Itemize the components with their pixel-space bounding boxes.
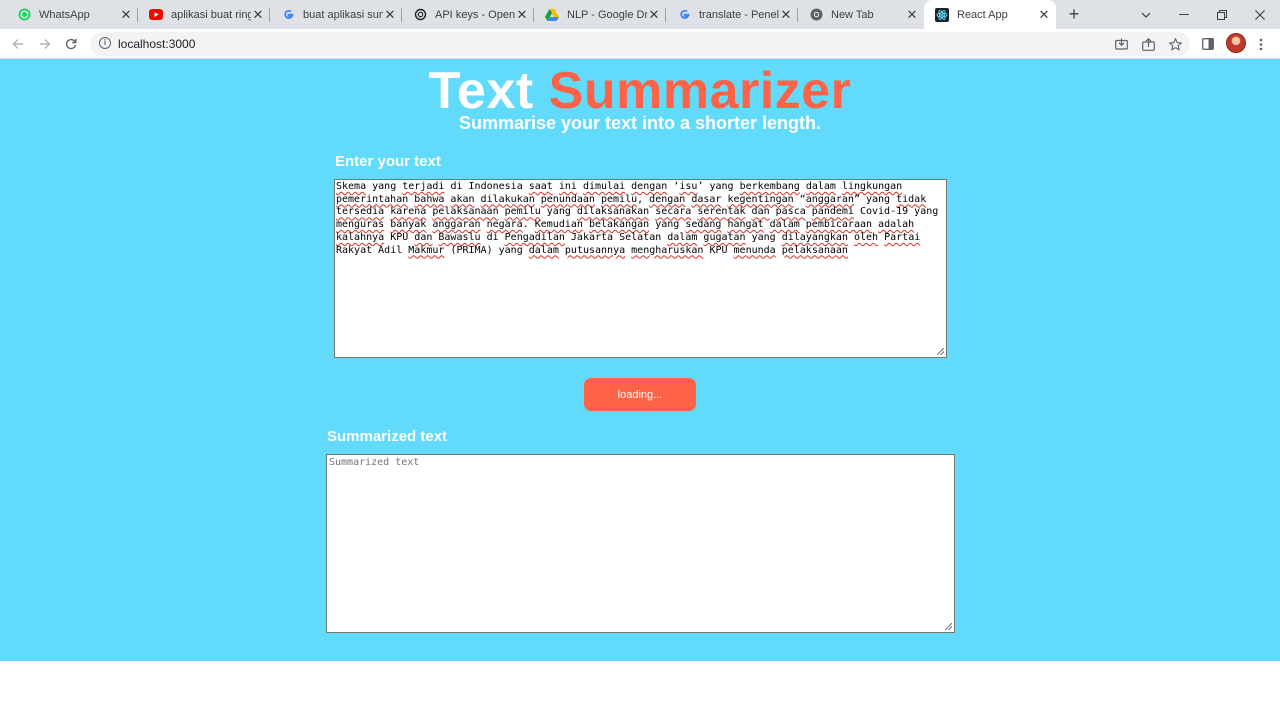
tab-google-search[interactable]: buat aplikasi summarizer ✕ <box>270 0 402 29</box>
tab-youtube[interactable]: aplikasi buat ringkasan ✕ <box>138 0 270 29</box>
tab-search-button[interactable] <box>1127 0 1165 29</box>
address-bar[interactable]: i localhost:3000 <box>90 32 1190 56</box>
resize-handle-icon[interactable] <box>945 623 952 630</box>
output-label: Summarized text <box>327 428 448 445</box>
side-panel-button[interactable] <box>1198 34 1218 54</box>
url-text: localhost:3000 <box>118 37 196 51</box>
page-subtitle: Summarise your text into a shorter lengt… <box>458 113 822 133</box>
page-title: Text Summarizer <box>0 61 1280 121</box>
input-textarea[interactable]: Skema yang terjadi di Indonesia saat ini… <box>334 179 947 358</box>
close-icon <box>1255 9 1265 20</box>
tab-strip: WhatsApp ✕ aplikasi buat ringkasan ✕ bua… <box>0 0 1280 29</box>
minimize-icon <box>1179 13 1189 15</box>
forward-button[interactable] <box>34 33 56 55</box>
close-icon[interactable]: ✕ <box>515 7 529 22</box>
bookmark-button[interactable] <box>1165 34 1185 54</box>
back-button[interactable] <box>7 33 29 55</box>
google-drive-icon <box>545 8 559 22</box>
menu-button[interactable] <box>1251 34 1271 54</box>
tab-whatsapp[interactable]: WhatsApp ✕ <box>6 0 138 29</box>
react-icon <box>935 7 949 22</box>
tab-title: buat aplikasi summarizer <box>303 8 383 21</box>
close-icon[interactable]: ✕ <box>119 7 133 22</box>
tab-google-drive[interactable]: NLP - Google Drive ✕ <box>534 0 666 29</box>
chrome-icon <box>809 8 823 22</box>
chevron-down-icon <box>1141 12 1151 18</box>
close-icon[interactable]: ✕ <box>383 7 397 22</box>
resize-handle-icon[interactable] <box>937 348 944 355</box>
input-label: Enter your text <box>335 153 441 170</box>
side-panel-icon <box>1202 38 1214 50</box>
reload-icon <box>65 38 77 50</box>
tab-title: New Tab <box>831 8 874 21</box>
tab-title: translate - Penelusuran <box>699 8 779 21</box>
share-button[interactable] <box>1138 34 1158 54</box>
whatsapp-icon <box>17 8 31 22</box>
arrow-right-icon <box>40 39 51 49</box>
tab-title: React App <box>957 8 1008 21</box>
google-icon <box>281 8 295 22</box>
tab-title: NLP - Google Drive <box>567 8 647 21</box>
tab-new-tab[interactable]: New Tab ✕ <box>798 0 924 29</box>
google-icon <box>677 8 691 22</box>
summarize-button[interactable]: loading... <box>584 378 696 411</box>
site-info-icon[interactable]: i <box>99 37 111 49</box>
title-text-orange: Summarizer <box>548 62 852 120</box>
install-app-button[interactable] <box>1111 34 1131 54</box>
tab-react-app[interactable]: React App ✕ <box>924 0 1056 29</box>
close-icon[interactable]: ✕ <box>1037 7 1051 22</box>
close-icon[interactable]: ✕ <box>905 7 919 22</box>
tab-title: aplikasi buat ringkasan <box>171 8 251 21</box>
close-icon[interactable]: ✕ <box>251 7 265 22</box>
youtube-icon <box>149 8 163 22</box>
app-page: Text Summarizer Summarise your text into… <box>0 59 1280 661</box>
summary-textarea[interactable]: Summarized text <box>326 454 955 633</box>
browser-toolbar: i localhost:3000 <box>0 29 1280 59</box>
input-text-content: Skema yang terjadi di Indonesia saat ini… <box>336 181 939 256</box>
close-icon[interactable]: ✕ <box>779 7 793 22</box>
title-text-white: Text <box>428 62 534 120</box>
summary-placeholder: Summarized text <box>329 457 420 468</box>
tab-title: API keys - OpenAI <box>435 8 515 21</box>
minimize-button[interactable] <box>1165 0 1203 29</box>
tab-openai[interactable]: API keys - OpenAI ✕ <box>402 0 534 29</box>
close-window-button[interactable] <box>1241 0 1279 29</box>
star-icon <box>1168 37 1182 51</box>
tab-google-translate-search[interactable]: translate - Penelusuran ✕ <box>666 0 798 29</box>
tab-title: WhatsApp <box>39 8 90 21</box>
install-icon <box>1114 38 1128 50</box>
close-icon[interactable]: ✕ <box>647 7 661 22</box>
profile-avatar[interactable] <box>1226 33 1246 53</box>
more-vert-icon <box>1259 38 1263 50</box>
arrow-left-icon <box>12 39 23 49</box>
openai-icon <box>413 8 427 22</box>
reload-button[interactable] <box>60 33 82 55</box>
new-tab-button[interactable]: + <box>1064 4 1084 24</box>
restore-icon <box>1217 9 1227 20</box>
share-icon <box>1141 37 1155 51</box>
restore-button[interactable] <box>1203 0 1241 29</box>
